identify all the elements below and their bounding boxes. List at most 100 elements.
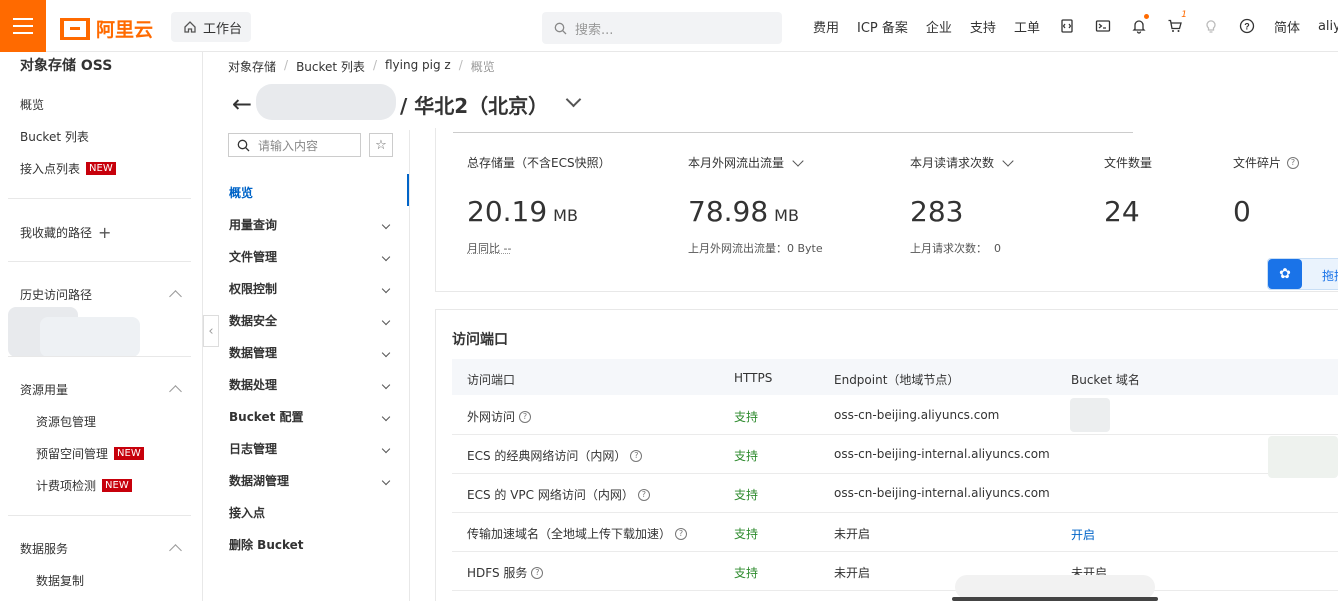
help-icon[interactable]: ? — [531, 566, 544, 579]
horizontal-scrollbar[interactable] — [952, 597, 1158, 601]
help-icon[interactable]: ? — [1229, 18, 1265, 34]
sidebar-history[interactable]: 历史访问路径 — [20, 286, 92, 303]
sidebar-data-service[interactable]: 数据服务 — [20, 540, 68, 557]
https-status: 支持 — [734, 566, 759, 580]
stat-read-requests: 本月读请求次数 283 上月请求次数： 0 — [910, 154, 1014, 256]
sidebar-favorites[interactable]: 我收藏的路径 + — [20, 223, 111, 242]
help-icon[interactable]: ? — [637, 488, 650, 501]
subnav-item-label: 接入点 — [229, 506, 266, 520]
subnav-item-data-lake[interactable]: 数据湖管理 — [229, 472, 399, 489]
nav-ticket[interactable]: 工单 — [1005, 17, 1049, 36]
chevron-down-icon[interactable] — [1002, 154, 1014, 167]
sidebar-item-resource-packages[interactable]: 资源包管理 — [36, 413, 96, 430]
subnav-item-overview[interactable]: 概览 — [229, 184, 399, 201]
language-switch[interactable]: 简体 — [1265, 17, 1309, 36]
subnav-item-data-processing[interactable]: 数据处理 — [229, 376, 399, 393]
chevron-up-icon[interactable] — [169, 290, 182, 303]
home-icon — [184, 21, 196, 33]
divider — [8, 261, 191, 262]
sidebar-item-label: 接入点列表 — [20, 162, 81, 176]
sidebar-item-reserved-space[interactable]: 预留空间管理 NEW — [36, 445, 144, 462]
new-badge: NEW — [114, 447, 144, 460]
chevron-down-icon[interactable] — [565, 91, 582, 108]
plus-icon[interactable]: + — [98, 223, 111, 242]
favorite-star-button[interactable]: ☆ — [369, 133, 393, 157]
https-status: 支持 — [734, 488, 759, 502]
help-icon[interactable]: ? — [519, 410, 532, 423]
chevron-down-icon — [381, 476, 391, 485]
global-search-input[interactable]: 搜索... — [542, 12, 782, 44]
sidebar-resources[interactable]: 资源用量 — [20, 381, 68, 398]
subnav-item-data-management[interactable]: 数据管理 — [229, 344, 399, 361]
page-title-row: ← / 华北2（北京） — [232, 84, 592, 120]
help-icon[interactable]: ? — [630, 449, 643, 462]
stat-unit: MB — [774, 206, 799, 225]
subnav-item-usage[interactable]: 用量查询 — [229, 216, 399, 233]
svg-text:?: ? — [1244, 22, 1250, 32]
subnav-item-label: 概览 — [229, 186, 254, 200]
chevron-up-icon[interactable] — [169, 544, 182, 557]
row-divider — [452, 434, 1338, 435]
subnav-item-bucket-config[interactable]: Bucket 配置 — [229, 408, 399, 425]
nav-enterprise[interactable]: 企业 — [917, 17, 961, 36]
cloud-assistant-icon: ✿ — [1268, 259, 1302, 289]
chevron-up-icon[interactable] — [169, 385, 182, 398]
breadcrumb-oss[interactable]: 对象存储 — [228, 58, 276, 75]
lightbulb-icon[interactable] — [1193, 18, 1229, 34]
help-icon[interactable]: ? — [675, 527, 688, 540]
subnav-item-delete-bucket[interactable]: 删除 Bucket — [229, 536, 399, 553]
subnav-search-input[interactable]: 请输入内容 — [228, 133, 361, 157]
enable-acceleration-link[interactable]: 开启 — [1071, 526, 1095, 543]
subnav-item-access-point[interactable]: 接入点 — [229, 504, 399, 521]
subnav-item-permissions[interactable]: 权限控制 — [229, 280, 399, 297]
aliyun-logo[interactable]: 阿里云 — [60, 15, 153, 42]
row-divider — [452, 473, 1338, 474]
subnav-item-data-security[interactable]: 数据安全 — [229, 312, 399, 329]
nav-icp[interactable]: ICP 备案 — [848, 17, 917, 36]
row-divider — [452, 551, 1338, 552]
endpoint-value: oss-cn-beijing-internal.aliyuncs.com — [834, 486, 1050, 500]
global-search-placeholder: 搜索... — [575, 22, 614, 38]
subnav-item-label: 数据管理 — [229, 346, 278, 360]
stat-outbound-traffic: 本月外网流出流量 78.98 MB 上月外网流出流量：0 Byte — [688, 154, 823, 256]
cart-icon[interactable]: 1 — [1157, 10, 1193, 34]
endpoint-value: 未开启 — [834, 566, 871, 580]
stat-sub: 上月外网流出流量：0 Byte — [688, 242, 823, 255]
sidebar-item-data-replication[interactable]: 数据复制 — [36, 572, 84, 589]
search-icon — [554, 22, 567, 34]
floating-assistant-button[interactable]: ✿ 拖拽 — [1267, 258, 1338, 290]
favorites-label: 我收藏的路径 — [20, 226, 93, 240]
breadcrumb-bucket[interactable]: flying pig z — [385, 58, 451, 75]
nav-billing[interactable]: 费用 — [804, 17, 848, 36]
workbench-button[interactable]: 工作台 — [171, 12, 251, 42]
hamburger-menu-icon[interactable] — [0, 0, 46, 52]
stat-value: 20.19 — [467, 195, 548, 228]
terminal-icon[interactable] — [1085, 18, 1121, 34]
table-row-name: ECS 的经典网络访问（内网）? — [467, 447, 643, 464]
column-header-endpoint: Endpoint（地域节点） — [834, 373, 960, 387]
sidebar-item-bucket-list[interactable]: Bucket 列表 — [20, 128, 89, 145]
breadcrumb-bucket-list[interactable]: Bucket 列表 — [296, 58, 365, 75]
stat-value: 0 — [1233, 195, 1251, 228]
chevron-down-icon[interactable] — [792, 154, 804, 167]
sidebar-title: 对象存储 OSS — [20, 58, 113, 74]
subnav-item-files[interactable]: 文件管理 — [229, 248, 399, 265]
subnav-item-logs[interactable]: 日志管理 — [229, 440, 399, 457]
help-icon[interactable]: ? — [1287, 156, 1300, 169]
subnav-item-label: 删除 Bucket — [229, 538, 304, 552]
nav-support[interactable]: 支持 — [961, 17, 1005, 36]
user-account[interactable]: aliyun — [1309, 19, 1338, 34]
sidebar-item-overview[interactable]: 概览 — [20, 96, 44, 113]
stat-storage: 总存储量（不含ECS快照） 20.19 MB 月同比 -- — [467, 154, 611, 256]
breadcrumb-current: 概览 — [470, 60, 495, 74]
active-indicator — [407, 174, 409, 206]
stat-value: 78.98 — [688, 195, 769, 228]
notification-bell-icon[interactable] — [1121, 14, 1157, 34]
subnav-item-label: 权限控制 — [229, 282, 278, 296]
chevron-down-icon — [381, 252, 391, 261]
sidebar-item-billing-detection[interactable]: 计费项检测 NEW — [36, 477, 132, 494]
sidebar-item-access-points[interactable]: 接入点列表 NEW — [20, 160, 116, 177]
endpoint-value: oss-cn-beijing.aliyuncs.com — [834, 408, 1000, 422]
back-arrow-icon[interactable]: ← — [232, 90, 258, 118]
code-icon[interactable] — [1049, 18, 1085, 34]
